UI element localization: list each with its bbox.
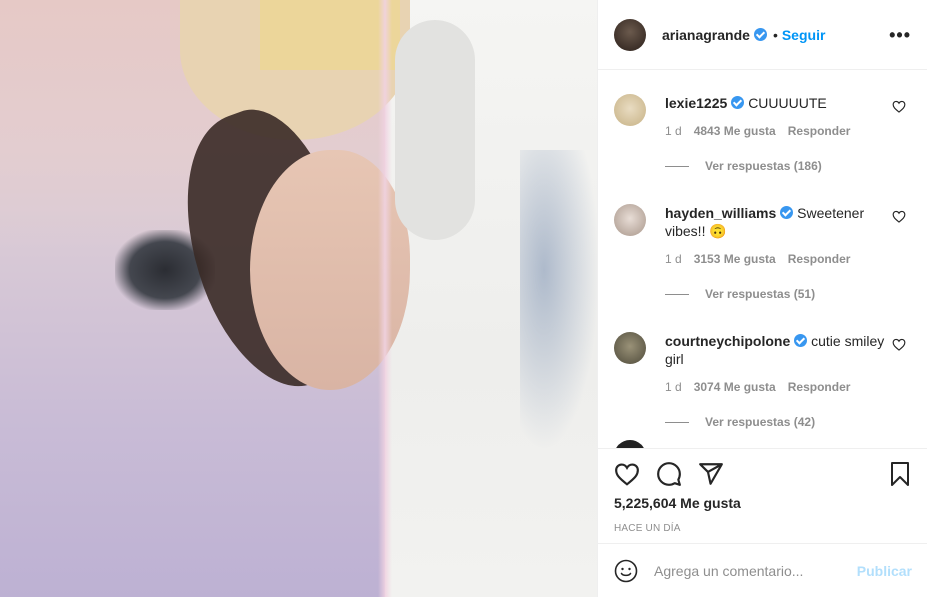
reply-button[interactable]: Responder xyxy=(788,380,851,394)
comment-like-icon[interactable] xyxy=(892,210,906,223)
action-icons xyxy=(598,449,927,489)
view-replies-button[interactable]: Ver respuestas (51) xyxy=(665,287,912,301)
verified-badge-icon xyxy=(753,28,767,41)
comment-avatar[interactable] xyxy=(614,94,646,126)
comment-age[interactable]: 1 d xyxy=(665,124,682,138)
header-separator: • xyxy=(772,26,778,43)
comment-item: hayden_williams Sweetener vibes!! 🙃 1 d … xyxy=(598,204,927,301)
comment-likes[interactable]: 3153 Me gusta xyxy=(694,252,776,266)
comment-likes[interactable]: 3074 Me gusta xyxy=(694,380,776,394)
verified-badge-icon xyxy=(731,96,745,109)
author-avatar[interactable] xyxy=(614,18,646,51)
author-username[interactable]: arianagrande xyxy=(662,27,750,43)
comments-list[interactable]: lexie1225 CUUUUUTE 1 d 4843 Me gusta Res… xyxy=(598,70,927,448)
post-comment-button[interactable]: Publicar xyxy=(857,563,912,579)
post-side-panel: arianagrande • Seguir ••• lexie1225 CUUU… xyxy=(597,0,927,597)
comment-avatar-partial xyxy=(614,440,646,448)
verified-badge-icon xyxy=(780,206,794,219)
comment-meta: 1 d 3153 Me gusta Responder xyxy=(665,252,912,266)
view-replies-button[interactable]: Ver respuestas (186) xyxy=(665,159,912,173)
follow-button[interactable]: Seguir xyxy=(782,27,826,43)
share-icon[interactable] xyxy=(698,461,724,487)
comment-username[interactable]: hayden_williams xyxy=(665,205,776,221)
comment-input[interactable]: Agrega un comentario... xyxy=(654,563,857,579)
post-actions: 5,225,604 Me gusta Hace un día xyxy=(598,448,927,543)
heart-icon[interactable] xyxy=(614,462,640,486)
comment-username[interactable]: lexie1225 xyxy=(665,95,727,111)
view-replies-label: Ver respuestas (42) xyxy=(705,415,816,429)
comment-likes[interactable]: 4843 Me gusta xyxy=(694,124,776,138)
view-replies-label: Ver respuestas (186) xyxy=(705,159,822,173)
comment-meta: 1 d 3074 Me gusta Responder xyxy=(665,380,912,394)
comment-like-icon[interactable] xyxy=(892,338,906,351)
comment-text: CUUUUUTE xyxy=(748,95,827,111)
comment-age[interactable]: 1 d xyxy=(665,380,682,394)
more-options-icon[interactable]: ••• xyxy=(889,26,911,44)
comment-item: courtneychipolone cutie smiley girl 1 d … xyxy=(598,332,927,429)
post-photo xyxy=(0,0,597,597)
comment-like-icon[interactable] xyxy=(892,100,906,113)
comment-avatar[interactable] xyxy=(614,204,646,236)
comment-icon[interactable] xyxy=(656,461,682,487)
comment-age[interactable]: 1 d xyxy=(665,252,682,266)
comment-item: lexie1225 CUUUUUTE 1 d 4843 Me gusta Res… xyxy=(598,94,927,173)
emoji-icon[interactable] xyxy=(614,559,638,583)
bookmark-icon[interactable] xyxy=(888,461,912,487)
verified-badge-icon xyxy=(794,334,808,347)
likes-count[interactable]: 5,225,604 Me gusta xyxy=(598,489,927,511)
reply-button[interactable]: Responder xyxy=(788,124,851,138)
view-replies-button[interactable]: Ver respuestas (42) xyxy=(665,415,912,429)
post-header: arianagrande • Seguir ••• xyxy=(598,0,927,70)
add-comment-bar: Agrega un comentario... Publicar xyxy=(598,543,927,597)
comment-meta: 1 d 4843 Me gusta Responder xyxy=(665,124,912,138)
reply-button[interactable]: Responder xyxy=(788,252,851,266)
post-time[interactable]: Hace un día xyxy=(598,511,927,534)
comment-avatar[interactable] xyxy=(614,332,646,364)
view-replies-label: Ver respuestas (51) xyxy=(705,287,816,301)
comment-username[interactable]: courtneychipolone xyxy=(665,333,790,349)
